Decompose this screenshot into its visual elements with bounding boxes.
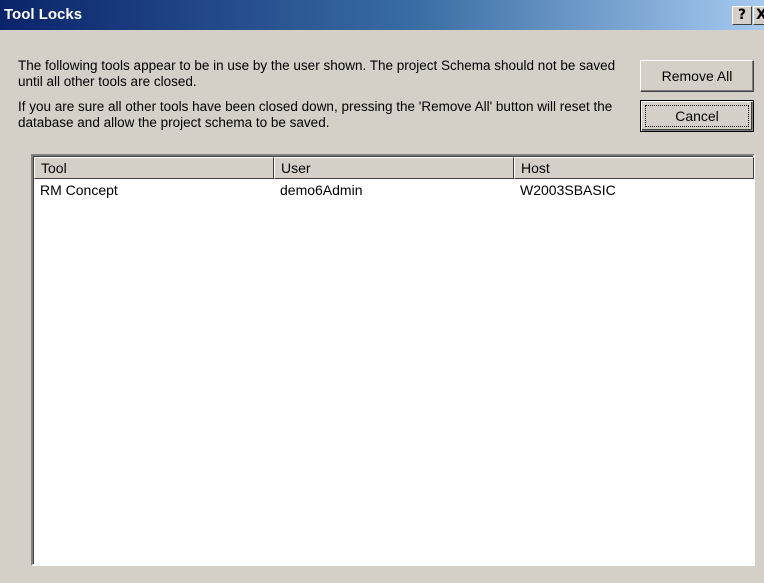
column-header-user[interactable]: User — [274, 157, 514, 179]
tool-locks-list[interactable]: Tool User Host RM Concept demo6Admin W20… — [31, 154, 755, 566]
window-title: Tool Locks — [4, 6, 83, 23]
cell-user: demo6Admin — [280, 182, 363, 198]
message-text-1: The following tools appear to be in use … — [18, 58, 616, 89]
help-button[interactable]: ? — [732, 6, 752, 25]
cancel-button[interactable]: Cancel — [640, 100, 754, 132]
title-bar: Tool Locks ? X — [0, 0, 764, 30]
column-header-tool[interactable]: Tool — [34, 157, 274, 179]
cell-host: W2003SBASIC — [520, 182, 616, 198]
message-text-2: If you are sure all other tools have bee… — [18, 99, 613, 130]
cancel-button-label: Cancel — [645, 105, 749, 127]
close-button[interactable]: X — [753, 6, 764, 25]
column-header-host[interactable]: Host — [514, 157, 754, 179]
remove-all-button[interactable]: Remove All — [640, 60, 754, 92]
list-header: Tool User Host — [34, 157, 754, 181]
table-row[interactable]: RM Concept demo6Admin W2003SBASIC — [34, 181, 754, 199]
cell-tool: RM Concept — [40, 182, 118, 198]
